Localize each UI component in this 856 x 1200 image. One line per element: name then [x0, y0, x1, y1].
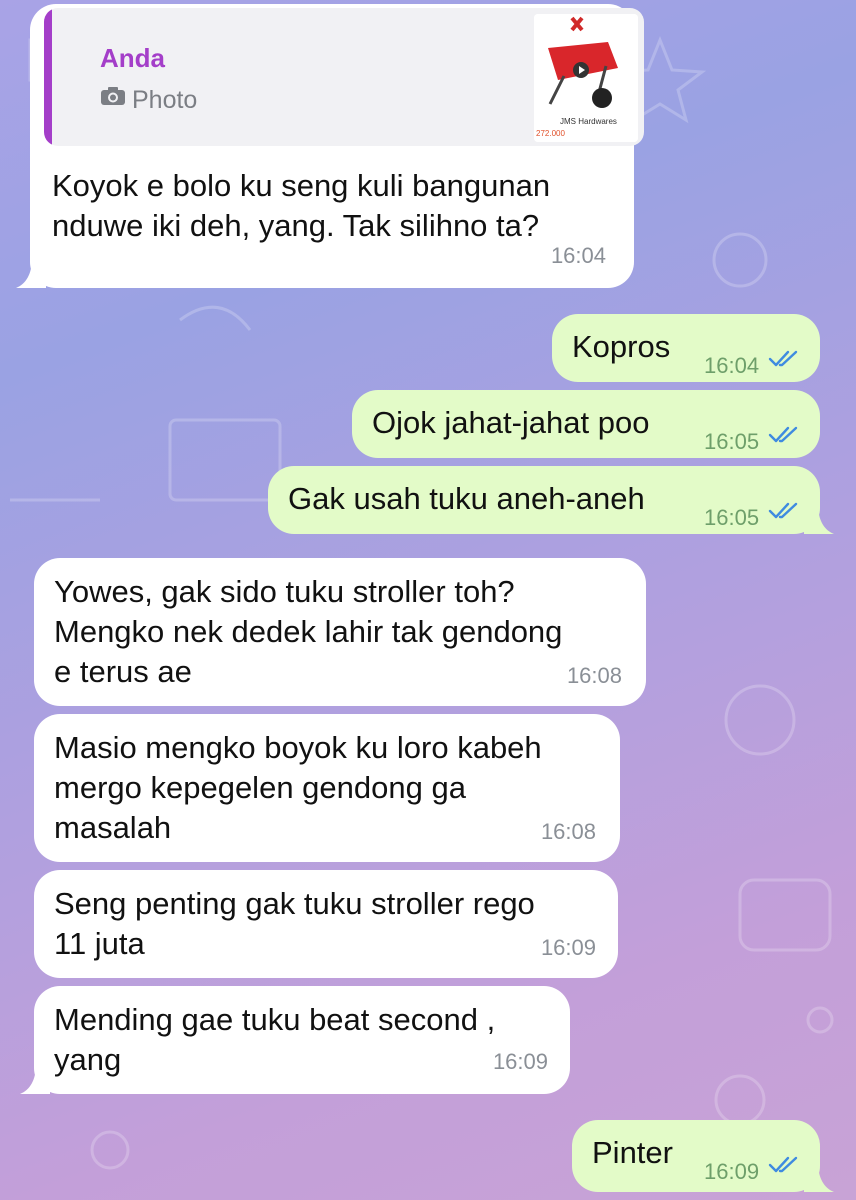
message-time: 16:09: [540, 935, 596, 960]
reply-media-type: Photo: [132, 86, 198, 114]
double-check-icon: [768, 426, 798, 443]
double-check-icon: [768, 502, 798, 519]
message-text: Yowes, gak sido tuku stroller toh? Mengk…: [54, 574, 563, 689]
wheelbarrow-image: JMS Hardwares 272.000: [534, 14, 638, 142]
message-time: 16:09: [492, 1049, 548, 1074]
double-check-icon: [768, 1156, 798, 1173]
message-text: Koyok e bolo ku seng kuli bangunan nduwe…: [52, 168, 551, 243]
double-check-icon: [768, 350, 798, 367]
message-text: Seng penting gak tuku stroller rego 11 j…: [54, 886, 535, 961]
message-time: 16:04: [704, 353, 760, 378]
reply-preview[interactable]: Anda Photo JMS Hardwares 272.000: [44, 8, 644, 146]
message-bubble-outgoing[interactable]: Ojok jahat-jahat poo 16:05: [352, 390, 820, 458]
reply-accent-bar: [44, 8, 52, 146]
message-bubble-incoming[interactable]: Anda Photo JMS Hardwares 272.000 Koyok e…: [30, 4, 644, 288]
message-time: 16:04: [550, 243, 606, 268]
message-bubble-incoming[interactable]: Mending gae tuku beat second , yang 16:0…: [34, 986, 570, 1094]
message-text: Pinter: [592, 1135, 673, 1170]
message-bubble-outgoing[interactable]: Pinter 16:09: [572, 1120, 820, 1192]
message-text: Gak usah tuku aneh-aneh: [288, 481, 645, 516]
message-bubble-incoming[interactable]: Seng penting gak tuku stroller rego 11 j…: [34, 870, 618, 978]
message-text: Masio mengko boyok ku loro kabeh mergo k…: [54, 730, 542, 845]
message-bubble-incoming[interactable]: Yowes, gak sido tuku stroller toh? Mengk…: [34, 558, 646, 706]
message-text: Ojok jahat-jahat poo: [372, 405, 650, 440]
message-time: 16:08: [566, 663, 622, 688]
camera-icon: [101, 87, 125, 105]
svg-text:JMS Hardwares: JMS Hardwares: [560, 117, 617, 126]
message-time: 16:05: [704, 429, 760, 454]
message-text: Mending gae tuku beat second , yang: [54, 1002, 496, 1077]
message-time: 16:05: [704, 505, 760, 530]
reply-sender-name: Anda: [100, 43, 165, 73]
message-bubble-outgoing[interactable]: Kopros 16:04: [552, 314, 820, 382]
reply-photo-thumbnail[interactable]: JMS Hardwares 272.000: [534, 14, 638, 142]
message-bubble-outgoing[interactable]: Gak usah tuku aneh-aneh 16:05: [268, 466, 820, 534]
message-bubble-incoming[interactable]: Masio mengko boyok ku loro kabeh mergo k…: [34, 714, 620, 862]
svg-text:272.000: 272.000: [536, 129, 565, 138]
message-time: 16:08: [540, 819, 596, 844]
message-text: Kopros: [572, 329, 671, 364]
message-time: 16:09: [704, 1159, 760, 1184]
